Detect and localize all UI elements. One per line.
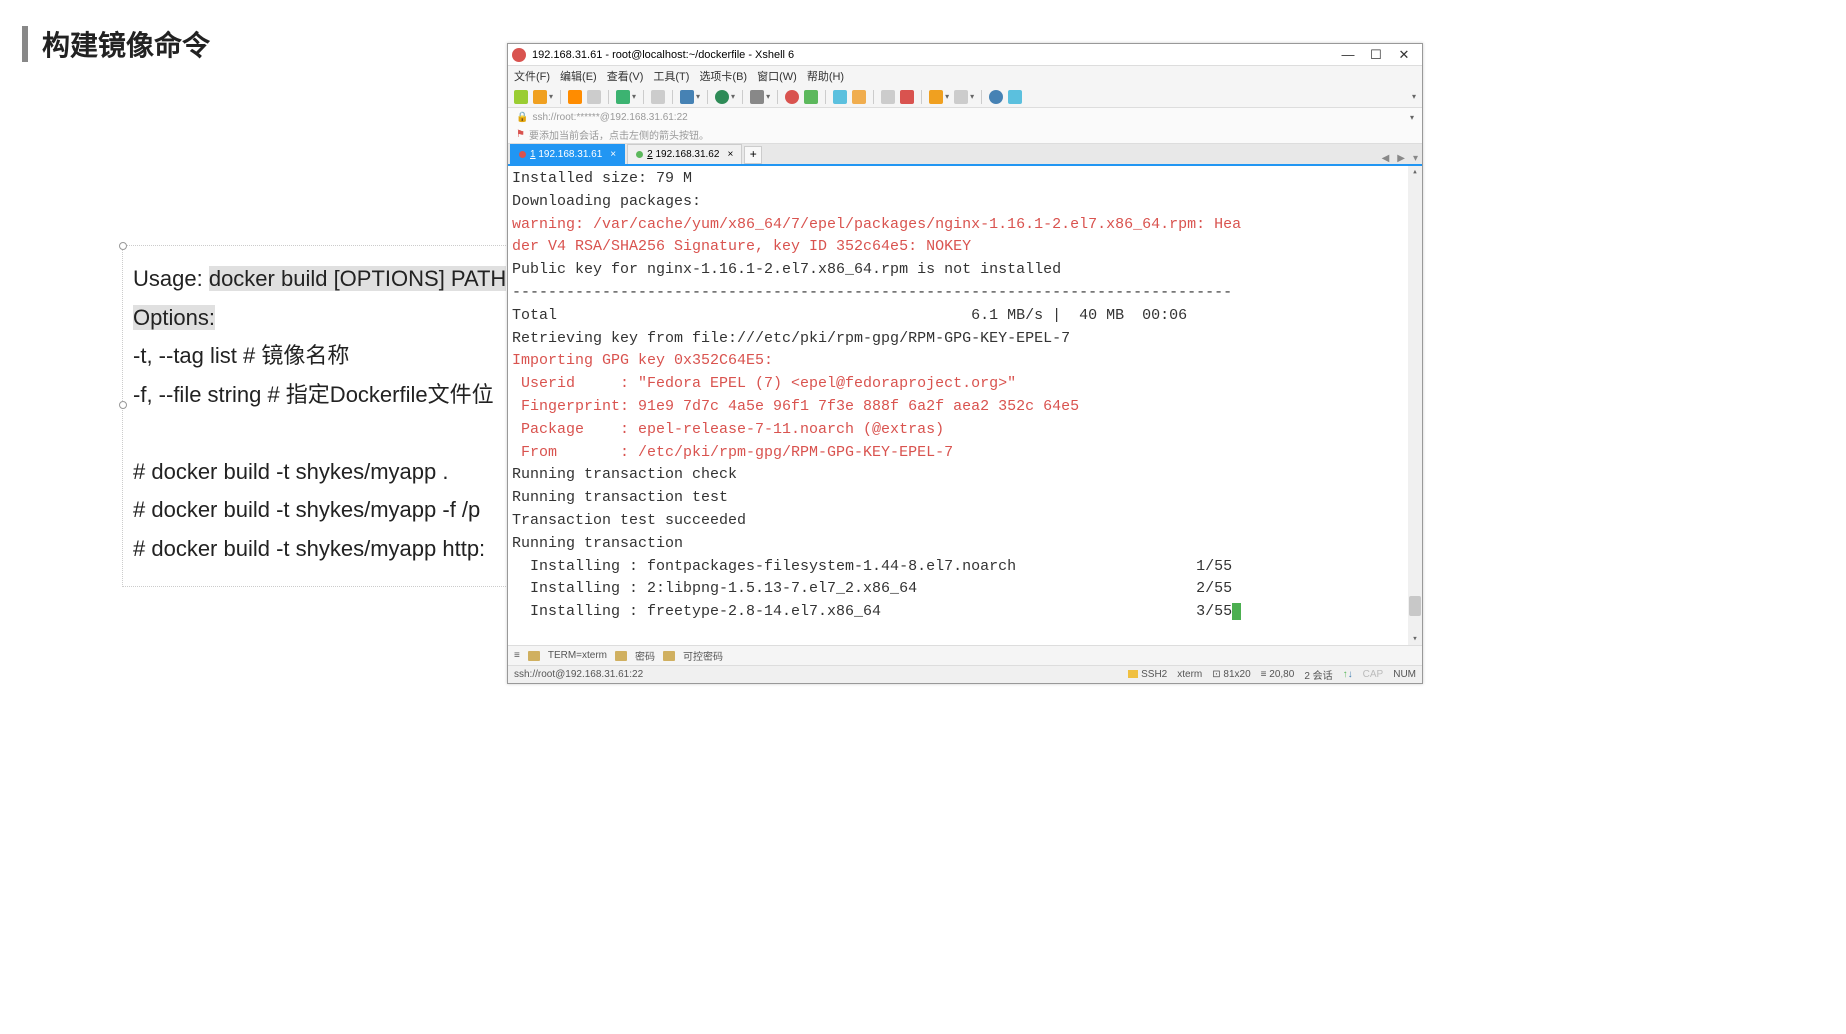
window-title: 192.168.31.61 - root@localhost:~/dockerf… bbox=[532, 49, 794, 61]
cursor-icon bbox=[1232, 603, 1241, 620]
status-dot-icon bbox=[519, 151, 526, 158]
record-icon[interactable] bbox=[785, 90, 799, 104]
menu-help[interactable]: 帮助(H) bbox=[807, 68, 844, 84]
tab-close-icon[interactable]: × bbox=[727, 149, 733, 160]
paste-icon[interactable] bbox=[680, 90, 694, 104]
font-icon[interactable] bbox=[750, 90, 764, 104]
play-icon[interactable] bbox=[804, 90, 818, 104]
menu-tabs[interactable]: 选项卡(B) bbox=[699, 68, 747, 84]
new-session-icon[interactable] bbox=[514, 90, 528, 104]
status-bar: ssh://root@192.168.31.61:22 SSH2 xterm ⊡… bbox=[508, 665, 1422, 683]
title-accent bbox=[22, 26, 28, 62]
terminal-output[interactable]: Installed size: 79 MDownloading packages… bbox=[508, 166, 1422, 645]
scroll-thumb[interactable] bbox=[1409, 596, 1421, 616]
selected-text: docker build [OPTIONS] PATH bbox=[209, 266, 507, 291]
search-icon[interactable] bbox=[651, 90, 665, 104]
status-pos: ≡ 20,80 bbox=[1261, 669, 1295, 680]
flag-icon: ⚑ bbox=[516, 129, 525, 140]
status-connection: ssh://root@192.168.31.61:22 bbox=[514, 669, 643, 680]
status-dot-icon bbox=[636, 151, 643, 158]
menu-tools[interactable]: 工具(T) bbox=[653, 68, 689, 84]
scroll-down-icon[interactable]: ▾ bbox=[1408, 633, 1422, 645]
tab-close-icon[interactable]: × bbox=[610, 149, 616, 160]
globe-icon[interactable] bbox=[715, 90, 729, 104]
close-button[interactable]: ✕ bbox=[1390, 47, 1418, 63]
password-label[interactable]: 密码 bbox=[635, 648, 655, 663]
menu-window[interactable]: 窗口(W) bbox=[757, 68, 797, 84]
scroll-up-icon[interactable]: ▴ bbox=[1408, 166, 1422, 178]
tab-next-icon[interactable]: ▶ bbox=[1393, 153, 1409, 164]
fullscreen-icon[interactable] bbox=[833, 90, 847, 104]
minimize-button[interactable]: — bbox=[1334, 47, 1362, 62]
controlled-password-label[interactable]: 可控密码 bbox=[683, 648, 723, 663]
tab-session-2[interactable]: 2 192.168.31.62 × bbox=[627, 144, 742, 164]
folder2-icon[interactable] bbox=[929, 90, 943, 104]
menu-view[interactable]: 查看(V) bbox=[607, 68, 644, 84]
about-icon[interactable] bbox=[1008, 90, 1022, 104]
term-label: TERM=xterm bbox=[548, 650, 607, 661]
open-folder-icon[interactable] bbox=[533, 90, 547, 104]
grid-icon[interactable] bbox=[954, 90, 968, 104]
tab-session-1[interactable]: 1 192.168.31.61 × bbox=[510, 144, 625, 164]
menu-bar: 文件(F) 编辑(E) 查看(V) 工具(T) 选项卡(B) 窗口(W) 帮助(… bbox=[508, 66, 1422, 86]
toolbar: ▾ ▾ ▾ ▾ ▾ ▾ ▾ ▾ bbox=[508, 86, 1422, 108]
resize-handle[interactable] bbox=[119, 401, 127, 409]
cut-icon[interactable] bbox=[568, 90, 582, 104]
app-icon bbox=[512, 48, 526, 62]
address-text: ssh://root:******@192.168.31.61:22 bbox=[532, 112, 687, 123]
settings-icon[interactable] bbox=[881, 90, 895, 104]
status-size: ⊡ 81x20 bbox=[1212, 669, 1250, 680]
flag-icon[interactable] bbox=[900, 90, 914, 104]
status-ssh: SSH2 bbox=[1128, 669, 1167, 680]
status-sessions: 2 会话 bbox=[1304, 667, 1332, 682]
address-bar[interactable]: 🔒 ssh://root:******@192.168.31.61:22 ▾ bbox=[508, 108, 1422, 126]
window-titlebar[interactable]: 192.168.31.61 - root@localhost:~/dockerf… bbox=[508, 44, 1422, 66]
xshell-window: 192.168.31.61 - root@localhost:~/dockerf… bbox=[507, 43, 1423, 684]
terminal-scrollbar[interactable]: ▴ ▾ bbox=[1408, 166, 1422, 645]
page-title: 构建镜像命令 bbox=[42, 24, 210, 64]
tab-bar: 1 192.168.31.61 × 2 192.168.31.62 × + ◀ … bbox=[508, 144, 1422, 166]
copy-icon[interactable] bbox=[587, 90, 601, 104]
tab-menu-icon[interactable]: ▾ bbox=[1409, 153, 1422, 164]
status-term: xterm bbox=[1177, 669, 1202, 680]
lock-icon: 🔒 bbox=[516, 112, 528, 123]
help-icon[interactable] bbox=[989, 90, 1003, 104]
add-tab-button[interactable]: + bbox=[744, 146, 762, 164]
down-arrow-icon: ↓ bbox=[1348, 669, 1353, 680]
tab-prev-icon[interactable]: ◀ bbox=[1378, 153, 1394, 164]
maximize-button[interactable]: ☐ bbox=[1362, 47, 1390, 63]
hint-text: 要添加当前会话，点击左侧的箭头按钮。 bbox=[529, 127, 709, 142]
folder-icon[interactable] bbox=[615, 651, 627, 661]
status-cap: CAP bbox=[1363, 669, 1384, 680]
lock-icon[interactable] bbox=[852, 90, 866, 104]
folder-icon[interactable] bbox=[663, 651, 675, 661]
connect-icon[interactable] bbox=[616, 90, 630, 104]
menu-icon[interactable]: ≡ bbox=[514, 650, 520, 661]
menu-file[interactable]: 文件(F) bbox=[514, 68, 550, 84]
toolbar-overflow-icon[interactable]: ▾ bbox=[1412, 92, 1416, 101]
folder-icon[interactable] bbox=[528, 651, 540, 661]
resize-handle[interactable] bbox=[119, 242, 127, 250]
hint-bar: ⚑ 要添加当前会话，点击左侧的箭头按钮。 bbox=[508, 126, 1422, 144]
page-title-bar: 构建镜像命令 bbox=[22, 24, 210, 64]
status-num: NUM bbox=[1393, 669, 1416, 680]
bottom-toolbar: ≡ TERM=xterm 密码 可控密码 bbox=[508, 645, 1422, 665]
address-dropdown-icon[interactable]: ▾ bbox=[1410, 113, 1414, 122]
menu-edit[interactable]: 编辑(E) bbox=[560, 68, 597, 84]
